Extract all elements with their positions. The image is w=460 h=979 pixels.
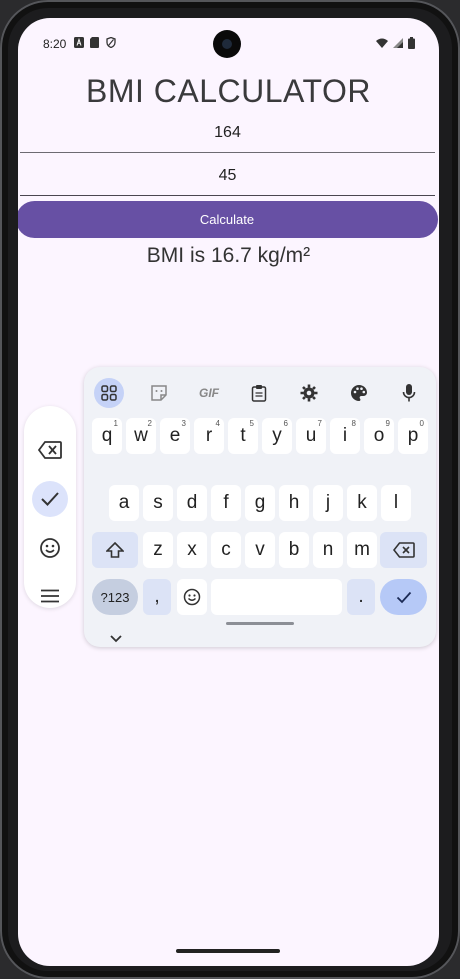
period-key[interactable]: . <box>347 579 375 615</box>
key-n[interactable]: n <box>313 532 343 568</box>
emoji-key[interactable] <box>177 579 207 615</box>
gear-icon[interactable] <box>294 378 324 408</box>
key-o[interactable]: o9 <box>364 418 394 454</box>
floating-edit-toolbar <box>24 406 76 608</box>
key-w[interactable]: w2 <box>126 418 156 454</box>
notification-a-icon <box>74 37 84 48</box>
keyboard-drag-handle[interactable] <box>226 622 294 625</box>
weight-input[interactable]: 45 <box>20 161 435 196</box>
palette-icon[interactable] <box>344 378 374 408</box>
shield-icon <box>106 37 116 48</box>
signal-icon <box>393 38 403 48</box>
comma-key[interactable]: , <box>143 579 171 615</box>
key-f[interactable]: f <box>211 485 241 521</box>
mic-icon[interactable] <box>394 378 424 408</box>
check-icon[interactable] <box>32 481 68 517</box>
calculate-button[interactable]: Calculate <box>18 201 438 238</box>
key-r[interactable]: r4 <box>194 418 224 454</box>
space-key[interactable] <box>211 579 342 615</box>
screen: 8:20 BMI CALCULATOR 164 45 Calculate BMI… <box>18 18 439 966</box>
shift-icon <box>106 542 124 558</box>
key-h[interactable]: h <box>279 485 309 521</box>
key-s[interactable]: s <box>143 485 173 521</box>
symbols-key[interactable]: ?123 <box>92 579 138 615</box>
key-d[interactable]: d <box>177 485 207 521</box>
clipboard-icon[interactable] <box>244 378 274 408</box>
key-i[interactable]: i8 <box>330 418 360 454</box>
status-time: 8:20 <box>43 37 67 51</box>
key-g[interactable]: g <box>245 485 275 521</box>
height-input[interactable]: 164 <box>20 118 435 153</box>
front-camera <box>213 30 241 58</box>
key-b[interactable]: b <box>279 532 309 568</box>
key-z[interactable]: z <box>143 532 173 568</box>
key-c[interactable]: c <box>211 532 241 568</box>
check-icon <box>396 591 411 603</box>
apps-grid-icon[interactable] <box>94 378 124 408</box>
key-x[interactable]: x <box>177 532 207 568</box>
key-v[interactable]: v <box>245 532 275 568</box>
key-q[interactable]: q1 <box>92 418 122 454</box>
key-e[interactable]: e3 <box>160 418 190 454</box>
key-l[interactable]: l <box>381 485 411 521</box>
key-y[interactable]: y6 <box>262 418 292 454</box>
enter-key[interactable] <box>380 579 427 615</box>
battery-icon <box>408 37 415 49</box>
page-title: BMI CALCULATOR <box>86 73 371 109</box>
on-screen-keyboard: GIF q1 w2 e3 r4 t5 y6 u7 i8 o9 p0 a s d … <box>84 367 436 647</box>
emoji-icon[interactable] <box>32 530 68 566</box>
backspace-icon <box>392 542 415 558</box>
sd-card-icon <box>90 37 99 48</box>
key-a[interactable]: a <box>109 485 139 521</box>
sticker-icon[interactable] <box>144 378 174 408</box>
chevron-down-icon[interactable] <box>110 635 122 643</box>
wifi-icon <box>376 38 388 48</box>
key-p[interactable]: p0 <box>398 418 428 454</box>
key-k[interactable]: k <box>347 485 377 521</box>
backspace-icon[interactable] <box>32 432 68 468</box>
key-m[interactable]: m <box>347 532 377 568</box>
gif-icon[interactable]: GIF <box>194 378 224 408</box>
menu-icon[interactable] <box>32 578 68 614</box>
gesture-nav-handle[interactable] <box>176 949 280 953</box>
key-t[interactable]: t5 <box>228 418 258 454</box>
key-u[interactable]: u7 <box>296 418 326 454</box>
delete-key[interactable] <box>380 532 427 568</box>
status-bar: 8:20 <box>18 18 439 70</box>
key-j[interactable]: j <box>313 485 343 521</box>
bmi-result: BMI is 16.7 kg/m² <box>146 244 311 267</box>
emoji-icon <box>183 588 201 606</box>
shift-key[interactable] <box>92 532 138 568</box>
